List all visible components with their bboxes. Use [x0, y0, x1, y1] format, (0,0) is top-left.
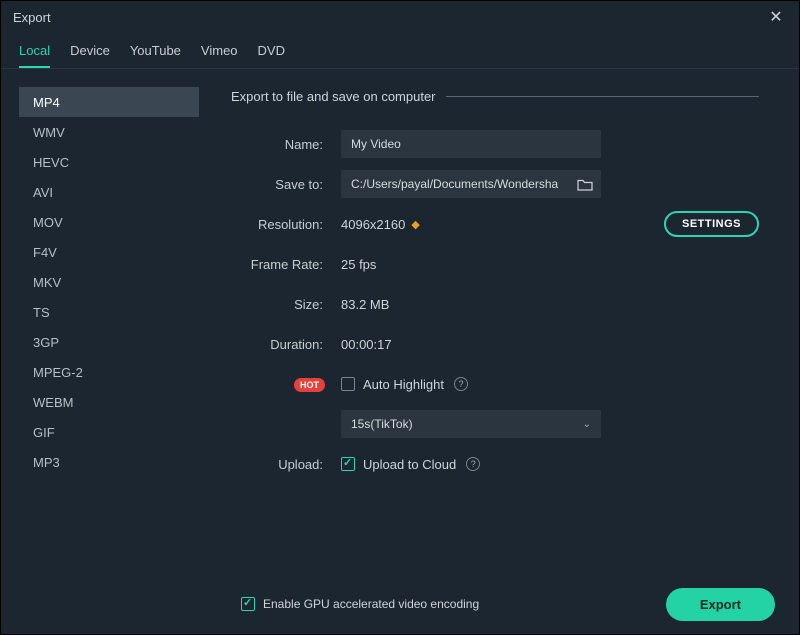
chevron-down-icon: ⌄ — [583, 419, 591, 430]
save-to-label: Save to: — [231, 177, 341, 192]
row-duration: Duration: 00:00:17 — [231, 324, 759, 364]
format-webm[interactable]: WEBM — [19, 387, 199, 417]
premium-diamond-icon: ◆ — [411, 218, 419, 231]
format-mp4[interactable]: MP4 — [19, 87, 199, 117]
upload-help-icon[interactable]: ? — [466, 457, 480, 471]
row-upload: Upload: Upload to Cloud ? — [231, 444, 759, 484]
size-label: Size: — [231, 297, 341, 312]
window-title: Export — [13, 10, 51, 25]
dialog-body: MP4 WMV HEVC AVI MOV F4V MKV TS 3GP MPEG… — [1, 69, 799, 574]
gpu-checkbox[interactable] — [241, 597, 255, 611]
size-value: 83.2 MB — [341, 297, 389, 312]
format-ts[interactable]: TS — [19, 297, 199, 327]
close-button[interactable]: ✕ — [765, 6, 787, 28]
titlebar: Export ✕ — [1, 1, 799, 33]
footer: Enable GPU accelerated video encoding Ex… — [1, 574, 799, 634]
format-3gp[interactable]: 3GP — [19, 327, 199, 357]
save-path-wrap — [341, 170, 601, 198]
settings-panel: Export to file and save on computer Name… — [201, 69, 799, 574]
name-input[interactable] — [341, 130, 601, 158]
format-mkv[interactable]: MKV — [19, 267, 199, 297]
auto-highlight-label: Auto Highlight — [363, 377, 444, 392]
framerate-value: 25 fps — [341, 257, 376, 272]
export-dialog: Export ✕ Local Device YouTube Vimeo DVD … — [0, 0, 800, 635]
format-hevc[interactable]: HEVC — [19, 147, 199, 177]
upload-cloud-checkbox[interactable] — [341, 457, 355, 471]
resolution-value: 4096x2160 — [341, 217, 405, 232]
format-gif[interactable]: GIF — [19, 417, 199, 447]
gpu-row: Enable GPU accelerated video encoding — [241, 597, 479, 611]
folder-icon — [577, 178, 593, 191]
format-mp3[interactable]: MP3 — [19, 447, 199, 477]
row-save-to: Save to: — [231, 164, 759, 204]
close-icon: ✕ — [769, 7, 782, 27]
duration-value: 00:00:17 — [341, 337, 392, 352]
save-path-input[interactable] — [341, 177, 569, 191]
tab-youtube[interactable]: YouTube — [130, 43, 181, 68]
browse-folder-button[interactable] — [569, 178, 601, 191]
highlight-duration-select[interactable]: 15s(TikTok) ⌄ — [341, 410, 601, 438]
format-mpeg2[interactable]: MPEG-2 — [19, 357, 199, 387]
upload-cloud-label: Upload to Cloud — [363, 457, 456, 472]
name-label: Name: — [231, 137, 341, 152]
row-auto-highlight: HOT Auto Highlight ? — [231, 364, 759, 404]
divider — [446, 96, 759, 97]
auto-highlight-help-icon[interactable]: ? — [454, 377, 468, 391]
format-sidebar: MP4 WMV HEVC AVI MOV F4V MKV TS 3GP MPEG… — [1, 69, 201, 574]
format-avi[interactable]: AVI — [19, 177, 199, 207]
duration-label: Duration: — [231, 337, 341, 352]
auto-highlight-checkbox[interactable] — [341, 377, 355, 391]
export-button[interactable]: Export — [666, 588, 775, 621]
tab-local[interactable]: Local — [19, 43, 50, 68]
row-framerate: Frame Rate: 25 fps — [231, 244, 759, 284]
hot-badge: HOT — [294, 378, 325, 392]
row-size: Size: 83.2 MB — [231, 284, 759, 324]
tab-vimeo[interactable]: Vimeo — [201, 43, 238, 68]
resolution-label: Resolution: — [231, 217, 341, 232]
gpu-label: Enable GPU accelerated video encoding — [263, 597, 479, 611]
format-wmv[interactable]: WMV — [19, 117, 199, 147]
tab-bar: Local Device YouTube Vimeo DVD — [1, 33, 799, 69]
framerate-label: Frame Rate: — [231, 257, 341, 272]
tab-dvd[interactable]: DVD — [258, 43, 285, 68]
tab-device[interactable]: Device — [70, 43, 110, 68]
upload-label: Upload: — [231, 457, 341, 472]
row-name: Name: — [231, 124, 759, 164]
section-title: Export to file and save on computer — [231, 89, 436, 104]
format-f4v[interactable]: F4V — [19, 237, 199, 267]
row-resolution: Resolution: 4096x2160 ◆ SETTINGS — [231, 204, 759, 244]
format-mov[interactable]: MOV — [19, 207, 199, 237]
highlight-select-value: 15s(TikTok) — [351, 417, 583, 431]
settings-button[interactable]: SETTINGS — [664, 211, 759, 237]
section-header: Export to file and save on computer — [231, 89, 759, 104]
row-highlight-select: 15s(TikTok) ⌄ — [231, 404, 759, 444]
